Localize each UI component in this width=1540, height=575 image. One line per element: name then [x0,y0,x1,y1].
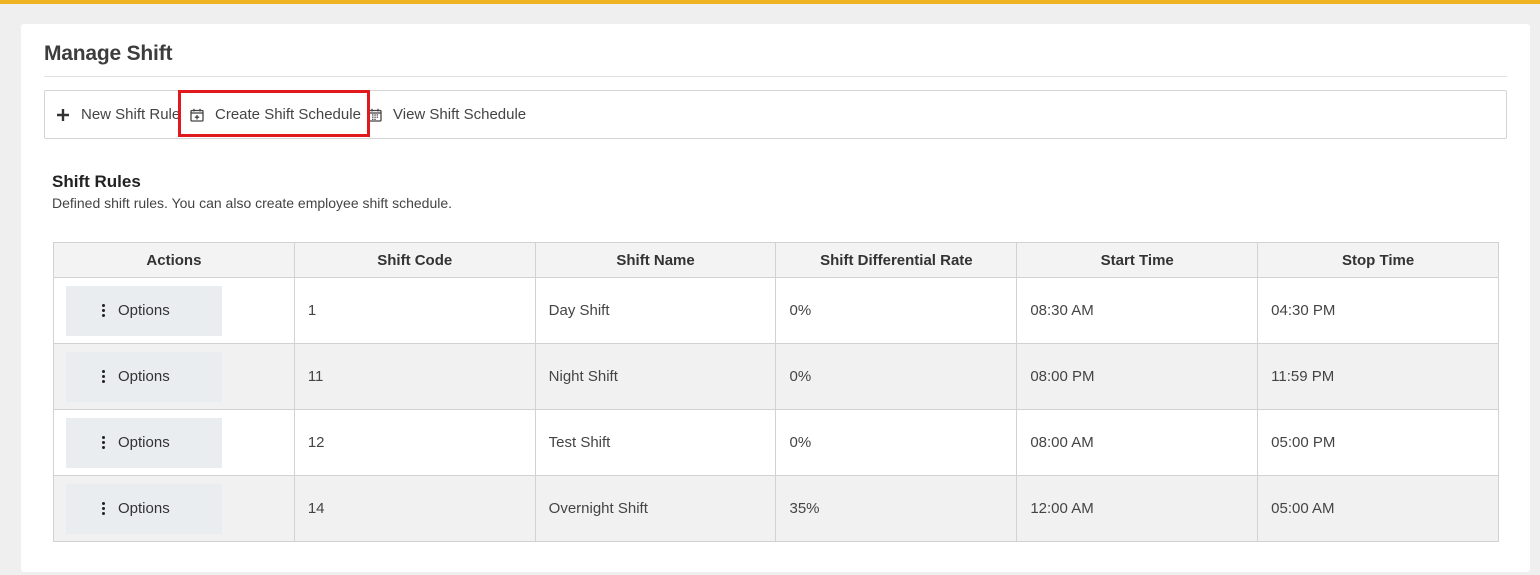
table-header-row: Actions Shift Code Shift Name Shift Diff… [53,242,1499,278]
vertical-ellipsis-icon [102,502,105,515]
options-label: Options [118,434,170,451]
shift-name-cell: Day Shift [534,277,777,344]
start-time-cell: 08:00 PM [1016,343,1259,410]
shift-rate-cell: 0% [775,277,1018,344]
top-accent-bar [0,0,1540,4]
calendar-plus-icon [189,107,205,123]
shift-rate-cell: 0% [775,343,1018,410]
shift-rules-table: Actions Shift Code Shift Name Shift Diff… [53,242,1499,542]
header-stop-time: Stop Time [1257,242,1499,278]
stop-time-cell: 04:30 PM [1257,277,1499,344]
actions-cell: Options [53,343,295,410]
stop-time-cell: 05:00 PM [1257,409,1499,476]
shift-rate-cell: 35% [775,475,1018,542]
options-button[interactable]: Options [66,417,222,468]
actions-cell: Options [53,277,295,344]
options-label: Options [118,368,170,385]
shift-name-cell: Test Shift [534,409,777,476]
header-shift-differential-rate: Shift Differential Rate [775,242,1018,278]
start-time-cell: 08:30 AM [1016,277,1259,344]
start-time-cell: 08:00 AM [1016,409,1259,476]
table-row: Options 1 Day Shift 0% 08:30 AM 04:30 PM [53,277,1499,344]
actions-cell: Options [53,475,295,542]
vertical-ellipsis-icon [102,436,105,449]
title-divider [44,76,1507,77]
manage-shift-card: Manage Shift New Shift Rule Create Shift… [21,24,1530,572]
new-shift-rule-label: New Shift Rule [81,106,181,123]
section-title: Shift Rules [52,172,141,191]
header-shift-name: Shift Name [534,242,777,278]
shift-toolbar: New Shift Rule Create Shift Schedule Vie… [44,90,1507,139]
options-label: Options [118,500,170,517]
options-button[interactable]: Options [66,351,222,402]
actions-cell: Options [53,409,295,476]
header-shift-code: Shift Code [293,242,536,278]
page-title: Manage Shift [44,42,173,65]
shift-code-cell: 14 [293,475,536,542]
stop-time-cell: 11:59 PM [1257,343,1499,410]
table-row: Options 14 Overnight Shift 35% 12:00 AM … [53,475,1499,542]
shift-code-cell: 12 [293,409,536,476]
section-description: Defined shift rules. You can also create… [52,195,453,211]
view-shift-schedule-button[interactable]: View Shift Schedule [367,91,526,138]
header-actions: Actions [53,242,295,278]
plus-icon [55,107,71,123]
options-button[interactable]: Options [66,483,222,534]
stop-time-cell: 05:00 AM [1257,475,1499,542]
vertical-ellipsis-icon [102,370,105,383]
shift-code-cell: 1 [293,277,536,344]
shift-name-cell: Overnight Shift [534,475,777,542]
table-row: Options 11 Night Shift 0% 08:00 PM 11:59… [53,343,1499,410]
options-label: Options [118,302,170,319]
view-shift-schedule-label: View Shift Schedule [393,106,527,123]
shift-rate-cell: 0% [775,409,1018,476]
options-button[interactable]: Options [66,285,222,336]
shift-name-cell: Night Shift [534,343,777,410]
shift-code-cell: 11 [293,343,536,410]
create-shift-schedule-button[interactable]: Create Shift Schedule [189,91,361,138]
vertical-ellipsis-icon [102,304,105,317]
create-shift-schedule-label: Create Shift Schedule [215,106,361,123]
header-start-time: Start Time [1016,242,1259,278]
table-row: Options 12 Test Shift 0% 08:00 AM 05:00 … [53,409,1499,476]
start-time-cell: 12:00 AM [1016,475,1259,542]
calendar-icon [367,107,383,123]
new-shift-rule-button[interactable]: New Shift Rule [55,91,180,138]
